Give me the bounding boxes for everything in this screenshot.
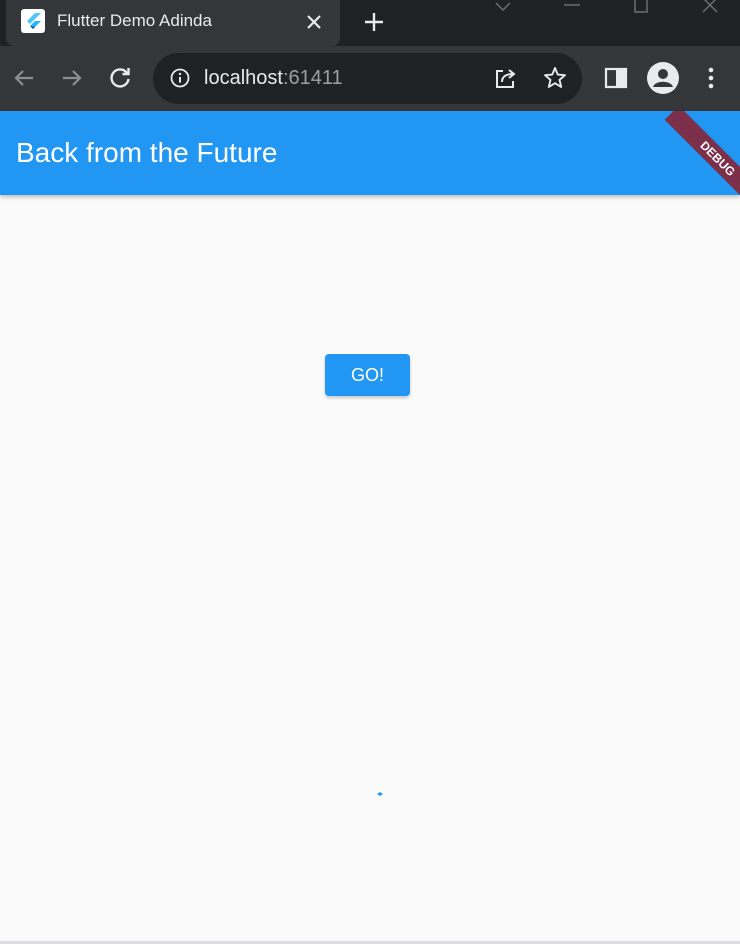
debug-banner: DEBUG [650,111,740,201]
reload-icon[interactable] [105,63,135,93]
tab-strip: Flutter Demo Adinda [0,0,740,46]
loading-spinner-icon [376,784,384,796]
browser-tab[interactable]: Flutter Demo Adinda [6,0,340,46]
maximize-icon[interactable] [629,0,653,16]
bookmark-star-icon[interactable] [542,65,568,91]
close-tab-icon[interactable] [302,10,326,34]
page-title: Back from the Future [16,137,278,168]
url-port: :61411 [282,67,343,89]
url-host: localhost [204,67,283,89]
share-icon[interactable] [493,65,519,91]
back-arrow-icon[interactable] [9,63,39,93]
side-panel-icon[interactable] [601,63,631,93]
go-button[interactable]: GO! [325,354,410,396]
tab-title: Flutter Demo Adinda [57,11,212,30]
browser-toolbar: localhost:61411 [0,46,740,111]
tab-search-icon[interactable] [491,0,515,16]
app-bar: Back from the Future [0,111,740,195]
profile-avatar-icon[interactable] [647,62,679,94]
site-info-icon[interactable] [169,67,191,89]
flutter-logo-icon [21,9,45,33]
minimize-icon[interactable] [560,0,584,16]
close-window-icon[interactable] [698,0,722,16]
new-tab-icon[interactable] [360,8,388,36]
forward-arrow-icon[interactable] [57,63,87,93]
url-text[interactable]: localhost:61411 [204,67,343,90]
address-bar[interactable]: localhost:61411 [153,53,582,104]
menu-kebab-icon[interactable] [696,63,726,93]
debug-banner-label: DEBUG [664,111,740,201]
